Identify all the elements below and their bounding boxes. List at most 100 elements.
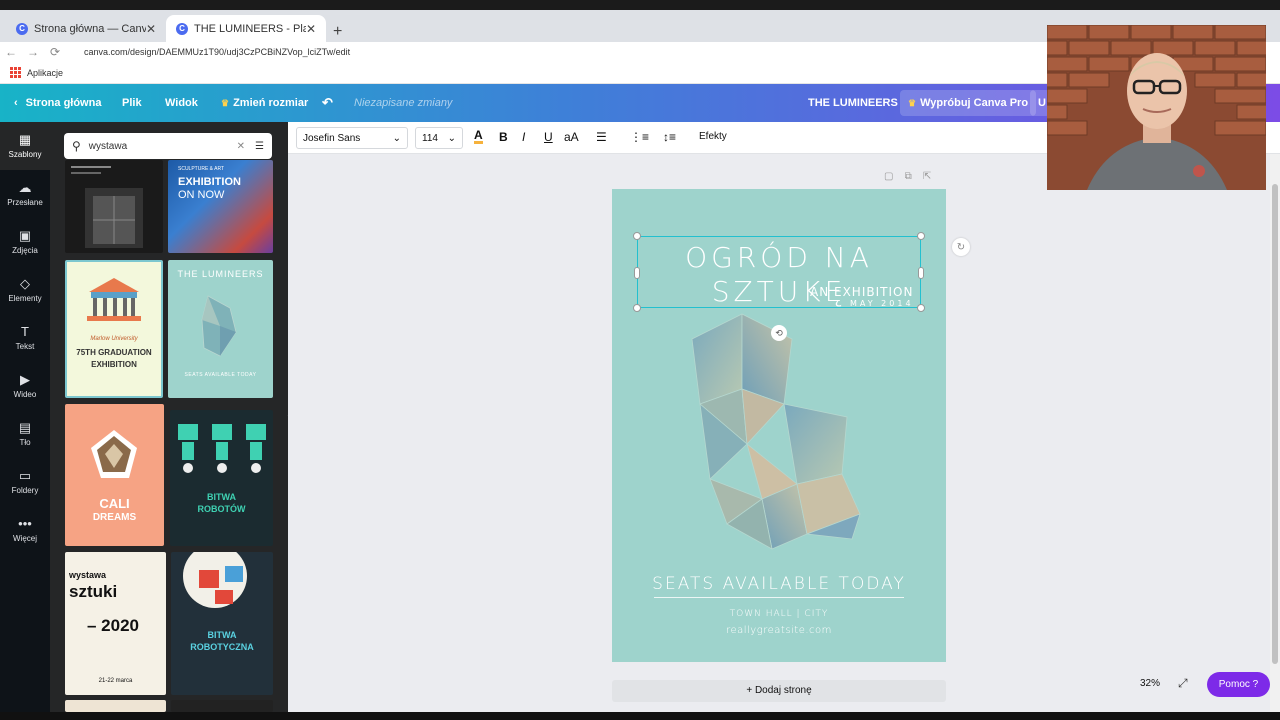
effects-button[interactable]: Efekty (699, 131, 727, 142)
close-icon[interactable]: ✕ (146, 22, 156, 36)
view-menu[interactable]: Widok (165, 84, 198, 122)
apps-bookmark[interactable]: Aplikacje (27, 68, 63, 78)
file-menu[interactable]: Plik (122, 84, 142, 122)
rail-item-templates[interactable]: ▦ Szablony (0, 122, 50, 170)
resize-handle[interactable] (634, 267, 640, 279)
chevron-down-icon: ⌄ (447, 132, 456, 144)
undo-icon[interactable]: ↶ (322, 84, 333, 122)
font-family-select[interactable]: Josefin Sans ⌄ (296, 127, 408, 149)
template-subtitle: ROBOTÓW (197, 504, 246, 514)
rail-label: Szablony (8, 150, 42, 159)
browser-tab-home[interactable]: C Strona główna — Canva ✕ (6, 15, 166, 42)
resize-handle[interactable] (633, 304, 641, 312)
resize-label: Zmień rozmiar (233, 97, 309, 109)
page-actions: ▢ ⧉ ⇱ (884, 171, 931, 182)
webcam-overlay (1047, 25, 1266, 190)
photos-icon: ▣ (18, 228, 32, 243)
spacing-icon[interactable]: ↕≡ (663, 130, 676, 144)
list-icon[interactable]: ⋮≡ (630, 130, 649, 144)
templates-panel: ⚲ wystawa ✕ ☰ SCULPTURE & ART EXHIBITION… (50, 122, 288, 712)
rail-item-photos[interactable]: ▣ Zdjęcia (0, 218, 50, 266)
resize-handle[interactable] (918, 267, 924, 279)
webcam-person-image (1047, 25, 1266, 190)
folder-icon: ▭ (18, 468, 32, 483)
url-field[interactable]: canva.com/design/DAEMMUz1T90/udj3CzPCBiN… (84, 47, 350, 57)
home-back-button[interactable]: ‹ Strona główna (14, 84, 101, 122)
new-tab-button[interactable]: + (333, 23, 342, 41)
template-thumbnail[interactable]: CALI DREAMS (65, 404, 164, 546)
crown-icon: ♛ (221, 97, 230, 108)
zoom-level[interactable]: 32% (1140, 678, 1160, 689)
template-title: EXHIBITION (178, 176, 241, 188)
font-size-select[interactable]: 114 ⌄ (415, 127, 463, 149)
chevron-left-icon: ‹ (14, 97, 18, 109)
rail-item-more[interactable]: ••• Więcej (0, 506, 50, 554)
canva-favicon-icon: C (16, 22, 28, 35)
crown-icon: ♛ (908, 97, 917, 108)
rotate-icon[interactable]: ⟲ (771, 325, 787, 341)
template-thumbnail[interactable] (65, 160, 163, 253)
template-thumbnail[interactable]: Marlow University 75TH GRADUATION EXHIBI… (65, 260, 163, 398)
close-icon[interactable]: ✕ (306, 22, 316, 36)
template-thumbnail[interactable] (171, 700, 273, 712)
scrollbar[interactable] (1270, 154, 1280, 712)
font-family-value: Josefin Sans (303, 132, 361, 144)
bold-button[interactable]: B (499, 130, 508, 144)
italic-button[interactable]: I (522, 130, 525, 144)
text-color-button[interactable]: A (474, 128, 483, 144)
site-text[interactable]: reallygreatsite.com (612, 625, 946, 636)
template-date: 21-22 marca (98, 678, 133, 684)
robots-art (178, 424, 266, 473)
rail-item-folders[interactable]: ▭ Foldery (0, 458, 50, 506)
template-thumbnail[interactable]: wystawa sztuki – 2020 21-22 marca (65, 552, 166, 695)
seats-text[interactable]: SEATS AVAILABLE TODAY (612, 574, 946, 594)
design-page[interactable]: OGRÓD NA SZTUKĘ AN EXHIBITION MAY 2014 ⟲… (612, 189, 946, 662)
back-arrow-icon[interactable]: ← (0, 45, 22, 59)
duplicate-icon[interactable]: ⧉ (905, 171, 912, 182)
rotate-page-icon[interactable]: ↻ (952, 238, 970, 256)
template-thumbnail[interactable]: SCULPTURE & ART EXHIBITION ON NOW (168, 160, 273, 253)
apps-grid-icon[interactable] (10, 67, 21, 78)
design-title[interactable]: THE LUMINEERS (808, 84, 898, 122)
template-thumbnail[interactable]: THE LUMINEERS SEATS AVAILABLE TODAY (168, 260, 273, 398)
rail-item-video[interactable]: ▶ Wideo (0, 362, 50, 410)
try-pro-button[interactable]: ♛ Wypróbuj Canva Pro (900, 90, 1037, 116)
rail-item-text[interactable]: T Tekst (0, 314, 50, 362)
letter-case-button[interactable]: aA (564, 130, 579, 144)
rail-item-elements[interactable]: ◇ Elementy (0, 266, 50, 314)
rail-item-background[interactable]: ▤ Tło (0, 410, 50, 458)
template-thumbnail[interactable] (65, 700, 166, 712)
note-icon[interactable]: ▢ (884, 171, 893, 182)
clear-icon[interactable]: ✕ (237, 141, 245, 152)
fullscreen-icon[interactable]: ⤢ (1178, 676, 1188, 691)
forward-arrow-icon[interactable]: → (22, 45, 44, 59)
rail-label: Tekst (15, 342, 35, 351)
filter-icon[interactable]: ☰ (255, 141, 264, 152)
align-center-icon[interactable]: ☰ (596, 130, 607, 144)
help-button[interactable]: Pomoc ? (1207, 672, 1270, 697)
add-page-icon[interactable]: ⇱ (923, 171, 931, 182)
underline-button[interactable]: U (544, 130, 553, 144)
add-page-button[interactable]: + Dodaj stronę (612, 680, 946, 702)
resize-button[interactable]: ♛ Zmień rozmiar (221, 84, 308, 122)
crystal-art (91, 430, 137, 478)
resize-handle[interactable] (917, 304, 925, 312)
rail-label: Zdjęcia (12, 246, 38, 255)
font-size-value: 114 (422, 132, 438, 144)
template-thumbnail[interactable]: BITWA ROBOTYCZNA (171, 552, 273, 695)
reload-icon[interactable]: ⟳ (44, 45, 66, 59)
template-title: THE LUMINEERS (177, 269, 264, 279)
template-subtitle: EXHIBITION (91, 360, 137, 369)
rail-item-uploads[interactable]: ☁ Przesłane (0, 170, 50, 218)
resize-handle[interactable] (633, 232, 641, 240)
divider-line (654, 597, 904, 598)
browser-tab-design[interactable]: C THE LUMINEERS - Plakat ✕ (166, 15, 326, 42)
template-title: CALI (99, 496, 130, 511)
search-input[interactable]: ⚲ wystawa ✕ ☰ (64, 133, 272, 159)
template-thumbnail[interactable]: BITWA ROBOTÓW (170, 410, 273, 546)
venue-text[interactable]: TOWN HALL | CITY (612, 609, 946, 619)
template-footer: SEATS AVAILABLE TODAY (184, 372, 257, 378)
text-selection-box[interactable] (633, 232, 925, 312)
resize-handle[interactable] (917, 232, 925, 240)
scrollbar-thumb[interactable] (1272, 184, 1278, 664)
